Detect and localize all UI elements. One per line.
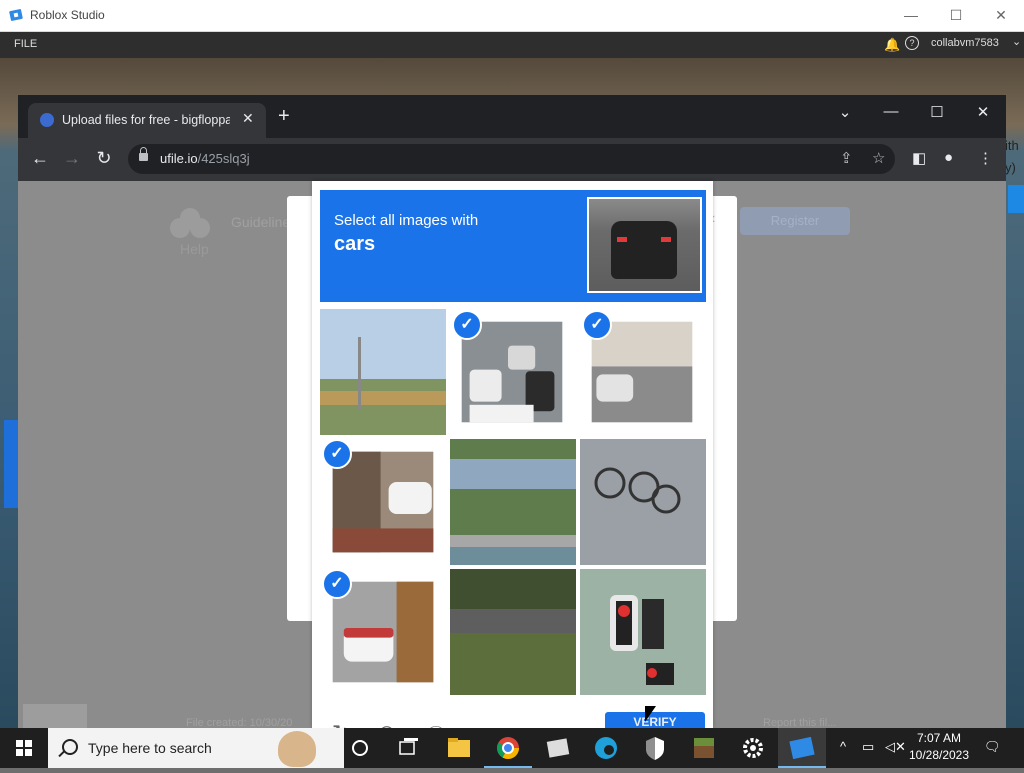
captcha-challenge: Select all images with cars ✓ ✓ ✓ ✓ ↻ [312,181,713,728]
lock-icon[interactable] [139,147,148,161]
close-icon[interactable]: ✕ [968,103,998,121]
search-placeholder: Type here to search [88,740,212,756]
tile-trees-roof[interactable] [450,569,576,695]
tile-selected-check-icon: ✓ [322,569,352,599]
file-menu[interactable]: FILE [14,38,37,50]
file-explorer-icon[interactable] [434,728,482,768]
info-icon[interactable]: ⓘ [426,720,446,728]
captcha-badge [23,704,87,728]
tile-traffic-jam[interactable] [461,321,563,423]
edge-icon[interactable] [582,728,630,768]
minimize-icon[interactable]: — [896,4,926,26]
windows-start-icon[interactable] [16,740,32,756]
file-created-text: File created: 10/30/20 [186,717,293,728]
studio-menubar: FILE 🔔 ? collabvm7583 ⌄ [0,32,1024,58]
maximize-icon[interactable]: ☐ [922,103,952,121]
share-icon[interactable]: ⇪ [840,149,853,167]
forward-icon[interactable]: → [60,148,84,169]
search-icon [62,739,78,755]
example-taillight [617,237,627,242]
tile-selected-check-icon: ✓ [582,310,612,340]
new-tab-icon[interactable]: + [278,106,290,126]
captcha-prompt: Select all images with [334,212,479,229]
ufile-logo-icon [170,208,210,238]
security-shield-icon[interactable] [631,728,679,768]
tile-garage-car[interactable] [332,581,434,683]
register-button[interactable]: Register [740,207,850,235]
tile-road-underpass[interactable] [591,321,693,423]
tab-close-icon[interactable]: ✕ [242,110,254,127]
captcha-header: Select all images with cars [320,190,706,302]
url-text[interactable]: ufile.io/425slq3j [160,151,250,166]
clock-time[interactable]: 7:07 AM [911,731,967,745]
menu-kebab-icon[interactable]: ⋮ [978,149,993,167]
tray-chevron-up-icon[interactable]: ^ [840,739,846,754]
volume-muted-icon[interactable]: ◁✕ [885,739,906,755]
back-icon[interactable]: ← [28,148,52,169]
roblox-studio-taskbar-icon[interactable] [778,728,826,768]
browser-toolbar: ← → ↻ ufile.io/425slq3j ⇪ ☆ ◧ ● ⋮ [18,138,1006,181]
chevron-down-icon[interactable]: ⌄ [1012,35,1021,48]
chrome-icon[interactable] [484,728,532,768]
task-view-icon[interactable] [384,728,432,768]
maximize-icon[interactable]: ☐ [941,4,971,26]
tile-overpass-trees[interactable] [450,439,576,565]
network-icon[interactable]: ▭ [862,739,874,755]
cortana-avatar-icon[interactable] [278,731,316,767]
report-link[interactable]: Report this fil... [763,717,836,728]
minimize-icon[interactable]: — [876,103,906,120]
clock-date[interactable]: 10/28/2023 [907,748,971,762]
tile-street-lamp-field[interactable] [320,309,446,435]
audio-challenge-icon[interactable]: ◠ [378,720,395,728]
example-car [611,221,677,279]
refresh-icon[interactable]: ↻ [332,720,349,728]
notification-bell-icon[interactable]: 🔔 [884,37,900,53]
side-panel-icon[interactable]: ◧ [912,149,926,167]
help-link[interactable]: Help [180,241,209,257]
settings-gear-icon[interactable] [729,728,777,768]
profile-icon[interactable]: ● [944,149,953,166]
tile-bicycles[interactable] [580,439,706,565]
tile-selected-check-icon: ✓ [452,310,482,340]
bookmark-star-icon[interactable]: ☆ [872,149,885,167]
reload-icon[interactable]: ↻ [92,148,116,169]
roblox-studio-logo-icon [9,9,23,21]
task-view-circle-icon[interactable] [336,728,384,768]
example-taillight [661,237,671,242]
studio-title: Roblox Studio [30,8,105,22]
help-icon[interactable]: ? [905,36,919,50]
close-icon[interactable]: ✕ [986,4,1016,26]
tab-strip: Upload files for free - bigfloppa. ✕ + ⌄… [18,95,1006,138]
studio-titlebar: Roblox Studio — ☐ ✕ [0,0,1024,32]
minecraft-icon[interactable] [680,728,728,768]
notifications-icon[interactable]: 🗨 [984,739,1001,755]
tab-title: Upload files for free - bigfloppa. [62,113,230,127]
tile-selected-check-icon: ✓ [322,439,352,469]
ufile-favicon-icon [40,113,54,127]
studio-edge-text: ith y) [1005,138,1019,175]
captcha-subject: cars [334,233,376,255]
roblox-app-icon[interactable] [534,728,582,768]
tile-traffic-lights[interactable] [580,569,706,695]
address-bar[interactable]: ufile.io/425slq3j ⇪ ☆ [128,144,895,174]
studio-side-tab[interactable] [1008,185,1024,213]
tab-search-icon[interactable]: ⌄ [830,103,860,121]
captcha-example-image [587,197,702,293]
browser-tab[interactable]: Upload files for free - bigfloppa. ✕ [28,103,266,138]
tile-house-car[interactable] [332,451,434,553]
username-label[interactable]: collabvm7583 [931,37,999,49]
studio-left-panel-tab[interactable] [4,420,18,508]
